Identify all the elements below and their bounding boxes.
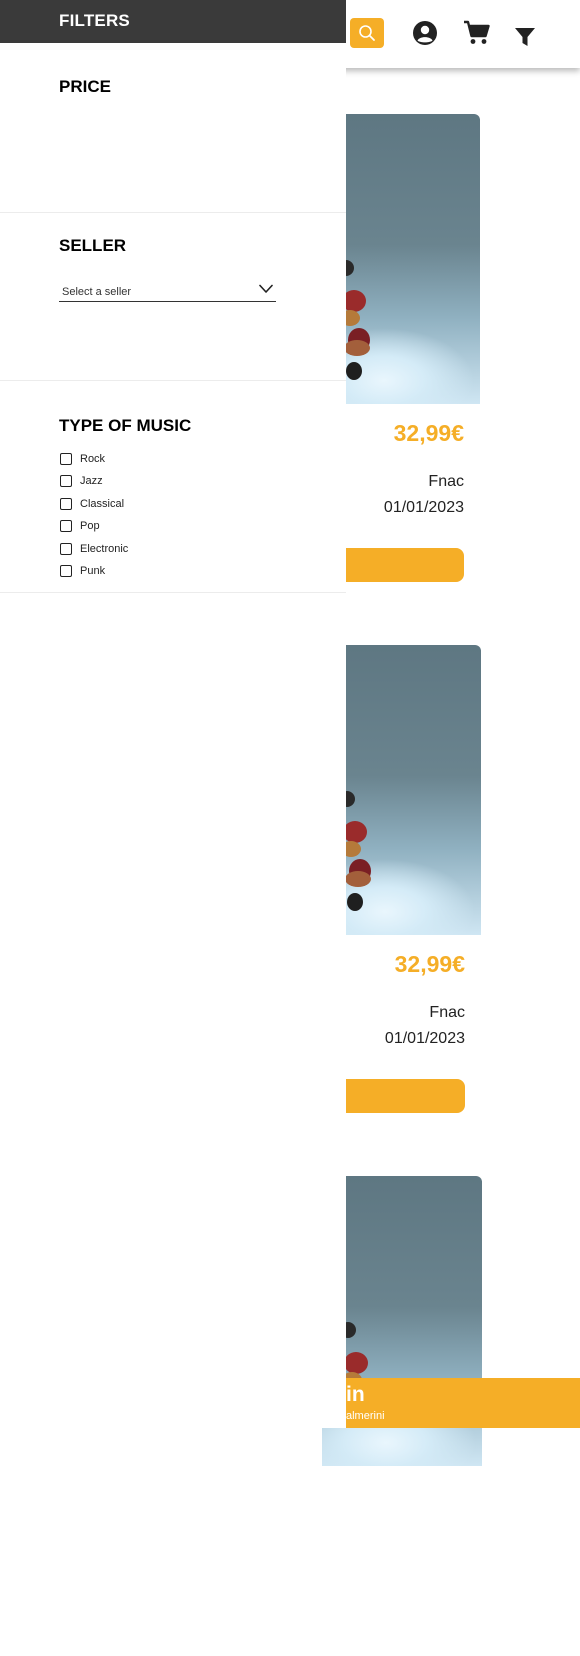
filter-icon <box>515 28 535 46</box>
checkbox-label: Pop <box>80 520 100 532</box>
music-type-section-title: TYPE OF MUSIC <box>59 416 192 435</box>
product-date: 01/01/2023 <box>384 1030 465 1047</box>
checkbox-label: Electronic <box>80 543 129 555</box>
account-button[interactable] <box>412 20 438 46</box>
seller-select-placeholder: Select a seller <box>62 286 132 298</box>
product-date: 01/01/2023 <box>383 499 464 516</box>
checkbox[interactable] <box>60 520 72 532</box>
checkbox-jazz[interactable]: Jazz <box>59 473 103 489</box>
cart-icon <box>464 20 490 44</box>
checkbox-label: Classical <box>80 498 125 510</box>
seller-select[interactable]: Select a seller <box>59 281 276 302</box>
checkbox-punk[interactable]: Punk <box>59 563 105 579</box>
seller-section-title: SELLER <box>59 236 127 255</box>
search-icon <box>359 25 375 41</box>
chevron-down-icon <box>259 284 273 293</box>
checkbox[interactable] <box>60 565 72 577</box>
footer-title: in <box>346 1383 365 1406</box>
checkbox-classical[interactable]: Classical <box>59 496 124 512</box>
product-seller: Fnac <box>429 1004 465 1021</box>
cart-button[interactable] <box>463 20 491 46</box>
section-divider <box>0 212 346 213</box>
section-divider <box>0 380 346 381</box>
filters-drawer: FILTERS PRICE SELLER Select a seller TYP… <box>0 0 346 1428</box>
checkbox-label: Jazz <box>80 475 103 487</box>
checkbox-rock[interactable]: Rock <box>59 451 105 467</box>
checkbox[interactable] <box>60 498 72 510</box>
checkbox[interactable] <box>60 453 72 465</box>
price-section-title: PRICE <box>59 77 111 96</box>
product-seller: Fnac <box>428 473 464 490</box>
section-divider <box>0 592 346 593</box>
checkbox-electronic[interactable]: Electronic <box>59 541 128 557</box>
filters-title: FILTERS <box>59 11 130 30</box>
footer-subtitle: almerini <box>346 1410 385 1422</box>
product-price: 32,99€ <box>393 420 464 446</box>
filter-button[interactable] <box>513 24 537 50</box>
checkbox-pop[interactable]: Pop <box>59 518 100 534</box>
search-button[interactable] <box>350 18 384 48</box>
product-price: 32,99€ <box>394 951 465 977</box>
checkbox[interactable] <box>60 543 72 555</box>
user-icon <box>413 21 437 45</box>
checkbox-label: Punk <box>80 565 106 577</box>
checkbox[interactable] <box>60 475 72 487</box>
checkbox-label: Rock <box>80 453 106 465</box>
filters-header: FILTERS <box>0 0 346 43</box>
